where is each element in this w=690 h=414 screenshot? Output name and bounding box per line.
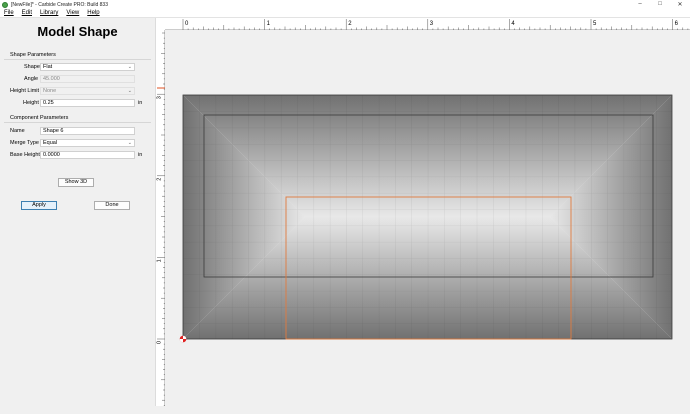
vertical-ruler-ticks: 0 1 2 3	[157, 30, 165, 406]
status-bar	[0, 406, 690, 414]
menu-file[interactable]: File	[4, 10, 14, 16]
vertical-ruler-label: 3	[157, 96, 163, 99]
apply-button[interactable]: Apply	[21, 201, 57, 210]
angle-label: Angle	[24, 76, 39, 82]
vertical-ruler-label: 2	[157, 178, 163, 181]
vertical-ruler-label: 0	[157, 341, 163, 344]
shape-label: Shape	[24, 64, 40, 70]
shape-select[interactable]: Flat ⌄	[40, 63, 135, 71]
height-unit: in	[138, 100, 143, 106]
app-icon	[2, 1, 8, 8]
height-limit-label: Height Limit	[10, 88, 40, 94]
chevron-down-icon: ⌄	[127, 140, 132, 146]
canvas-svg[interactable]	[165, 30, 690, 406]
base-height-label: Base Height	[10, 152, 40, 158]
menu-edit[interactable]: Edit	[22, 10, 32, 16]
shape-select-value: Flat	[43, 64, 53, 70]
base-height-field[interactable]: 0.0000	[40, 151, 135, 159]
base-height-unit: in	[138, 152, 143, 158]
component-parameters-header: Component Parameters	[10, 115, 69, 121]
menu-help[interactable]: Help	[87, 10, 99, 16]
horizontal-ruler-ticks: 0 1 2 3 4 5 6	[165, 19, 690, 30]
height-field[interactable]: 0.25	[40, 99, 135, 107]
menu-library[interactable]: Library	[40, 10, 58, 16]
done-button[interactable]: Done	[94, 201, 130, 210]
window-controls: – □ ✕	[630, 1, 690, 8]
menu-view[interactable]: View	[66, 10, 79, 16]
angle-field[interactable]: 45.000	[40, 75, 135, 83]
name-label: Name	[10, 128, 25, 134]
menu-bar: File Edit Library View Help	[0, 9, 690, 18]
merge-type-label: Merge Type	[10, 140, 39, 146]
height-limit-value: None	[43, 88, 57, 94]
horizontal-ruler-label: 1	[267, 21, 271, 27]
vertical-ruler: 0 1 2 3	[156, 30, 165, 406]
title-bar: [NewFile]* - Carbide Create PRO: Build 8…	[0, 0, 690, 9]
section-divider	[4, 122, 151, 123]
show-3d-button[interactable]: Show 3D	[58, 178, 94, 187]
horizontal-ruler-label: 5	[593, 21, 597, 27]
chevron-down-icon: ⌄	[127, 64, 132, 70]
shape-parameters-header: Shape Parameters	[10, 52, 56, 58]
horizontal-ruler-label: 6	[675, 21, 679, 27]
horizontal-ruler-label: 2	[348, 21, 352, 27]
minimize-button[interactable]: –	[630, 1, 650, 8]
maximize-button[interactable]: □	[650, 1, 670, 8]
window-title: [NewFile]* - Carbide Create PRO: Build 8…	[11, 1, 108, 8]
panel-title: Model Shape	[37, 24, 118, 39]
horizontal-ruler: 0 1 2 3 4 5 6	[165, 18, 690, 30]
height-label: Height	[23, 100, 39, 106]
grid-overlay	[183, 95, 672, 339]
merge-type-value: Equal	[43, 140, 58, 146]
design-canvas[interactable]	[165, 30, 690, 406]
model-shape-panel: Model Shape Shape Parameters Shape Flat …	[0, 18, 155, 406]
horizontal-ruler-label: 0	[185, 21, 189, 27]
height-limit-select[interactable]: None ⌄	[40, 87, 135, 95]
origin-marker-icon	[179, 335, 187, 343]
horizontal-ruler-label: 3	[430, 21, 434, 27]
vertical-ruler-label: 1	[157, 259, 163, 262]
horizontal-ruler-label: 4	[511, 21, 515, 27]
close-button[interactable]: ✕	[670, 1, 690, 8]
chevron-down-icon: ⌄	[127, 88, 132, 94]
merge-type-select[interactable]: Equal ⌄	[40, 139, 135, 147]
section-divider	[4, 59, 151, 60]
name-field[interactable]: Shape 6	[40, 127, 135, 135]
